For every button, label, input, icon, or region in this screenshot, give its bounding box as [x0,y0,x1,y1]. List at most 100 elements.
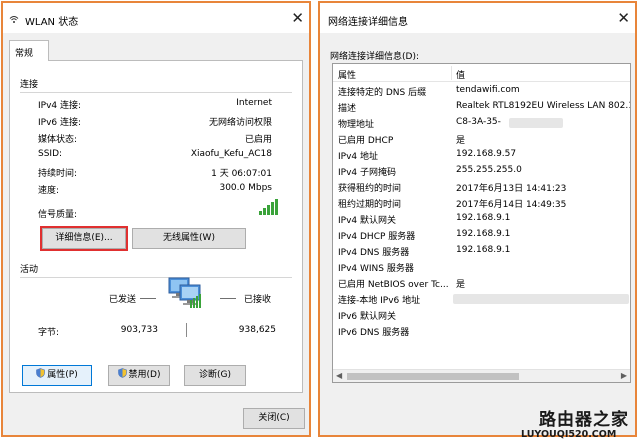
value-cell: 192.168.9.1 [456,229,511,239]
media-state-value: 已启用 [244,135,272,145]
property-cell: IPv4 地址 [338,152,378,162]
property-cell: 物理地址 [338,120,375,130]
list-item[interactable]: 物理地址 C8-3A-35- [333,115,630,130]
scroll-right-icon[interactable]: ▶ [621,371,627,380]
window-title: 网络连接详细信息 [328,17,408,28]
property-cell: 获得租约的时间 [338,184,402,194]
wireless-properties-button[interactable]: 无线属性(W) [132,228,246,249]
property-cell: IPv4 WINS 服务器 [338,264,414,274]
property-cell: IPv4 DHCP 服务器 [338,232,416,242]
speed-label: 速度: [38,186,60,196]
sent-label: 已发送 [109,295,137,305]
value-cell: 192.168.9.1 [456,245,511,255]
value-cell: Realtek RTL8192EU Wireless LAN 802.11 [456,101,631,111]
list-item[interactable]: 连接特定的 DNS 后缀 tendawifi.com [333,83,630,98]
column-header-value[interactable]: 值 [456,68,465,81]
details-button[interactable]: 详细信息(E)... [40,226,128,251]
list-item[interactable]: IPv4 DNS 服务器 192.168.9.1 [333,243,630,258]
property-cell: 连接特定的 DNS 后缀 [338,88,427,98]
duration-value: 1 天 06:07:01 [211,169,272,179]
value-cell: 255.255.255.0 [456,165,522,175]
received-line [220,298,236,299]
bytes-received-value: 938,625 [238,325,276,335]
list-item[interactable]: IPv6 默认网关 [333,307,630,322]
ipv4-value: Internet [236,98,272,108]
scrollbar-thumb[interactable] [347,373,519,380]
redacted-block [509,118,563,128]
bytes-sent-value: 903,733 [120,325,158,335]
wifi-icon [9,16,19,23]
ipv6-label: IPv6 连接: [38,118,82,128]
property-cell: 描述 [338,104,357,114]
list-item[interactable]: IPv4 子网掩码 255.255.255.0 [333,163,630,178]
signal-strength-icon [259,198,281,215]
properties-button[interactable]: 属性(P) [22,365,92,386]
property-cell: 租约过期的时间 [338,200,402,210]
window-title: WLAN 状态 [25,17,79,28]
value-cell: 192.168.9.1 [456,213,511,223]
network-details-window: 网络连接详细信息 ✕ 网络连接详细信息(D): 属性 值 连接特定的 DNS 后… [318,1,637,437]
list-item[interactable]: 获得租约的时间 2017年6月13日 14:41:23 [333,179,630,194]
ipv4-label: IPv4 连接: [38,101,82,111]
wireless-properties-label: 无线属性(W) [163,233,215,243]
diagnose-button[interactable]: 诊断(G) [184,365,246,386]
list-item[interactable]: IPv4 DHCP 服务器 192.168.9.1 [333,227,630,242]
network-computer-icon [168,277,201,308]
shield-icon [36,368,46,378]
value-cell: 是 [456,280,466,290]
property-cell: IPv6 默认网关 [338,312,396,322]
ssid-value: Xiaofu_Kefu_AC18 [190,149,272,159]
value-cell: 192.168.9.57 [456,149,517,159]
list-item[interactable]: IPv4 地址 192.168.9.57 [333,147,630,162]
redacted-block [453,294,629,304]
bytes-label: 字节: [38,328,60,338]
property-cell: IPv4 子网掩码 [338,168,396,178]
watermark-text: 路由器之家 [539,410,629,430]
list-item[interactable]: 租约过期的时间 2017年6月14日 14:49:35 [333,195,630,210]
title-bar: WLAN 状态 ✕ [3,3,309,33]
disable-label: 禁用(D) [128,370,161,380]
details-caption: 网络连接详细信息(D): [330,52,419,62]
list-item[interactable]: 已启用 DHCP 是 [333,131,630,146]
list-item[interactable]: IPv4 默认网关 192.168.9.1 [333,211,630,226]
details-button-label: 详细信息(E)... [55,233,113,243]
shield-icon [117,368,127,378]
ssid-label: SSID: [38,149,63,159]
duration-label: 持续时间: [38,169,78,179]
horizontal-scrollbar[interactable]: ◀ ▶ [333,369,630,382]
close-button[interactable]: 关闭(C) [243,408,305,429]
value-cell: 2017年6月13日 14:41:23 [456,184,567,194]
watermark-url: LUYOUQI520.COM [521,429,617,440]
close-icon[interactable]: ✕ [291,9,304,27]
general-tab-panel: 连接 IPv4 连接: Internet IPv6 连接: 无网络访问权限 媒体… [9,60,303,393]
list-item[interactable]: IPv6 DNS 服务器 [333,323,630,338]
property-cell: IPv4 DNS 服务器 [338,248,410,258]
activity-divider [186,323,187,337]
tab-label: 常规 [15,49,34,59]
scroll-left-icon[interactable]: ◀ [336,371,342,380]
value-cell: C8-3A-35- [456,117,501,127]
property-cell: 连接-本地 IPv6 地址 [338,296,421,306]
close-icon[interactable]: ✕ [617,9,630,27]
sent-line [140,298,156,299]
property-cell: IPv6 DNS 服务器 [338,328,410,338]
column-header-property[interactable]: 属性 [338,68,356,81]
section-activity: 活动 [20,265,39,275]
value-cell: 2017年6月14日 14:49:35 [456,200,567,210]
tab-general[interactable]: 常规 [9,40,49,61]
property-cell: 已启用 NetBIOS over Tc... [338,280,449,290]
details-list[interactable]: 属性 值 连接特定的 DNS 后缀 tendawifi.com 描述 Realt… [332,63,631,383]
site-watermark: 路由器之家 LUYOUQI520.COM [517,405,635,443]
media-state-label: 媒体状态: [38,135,78,145]
list-item[interactable]: IPv4 WINS 服务器 [333,259,630,274]
divider [20,92,292,93]
section-connection: 连接 [20,80,39,90]
title-bar: 网络连接详细信息 ✕ [320,3,635,33]
list-item[interactable]: 描述 Realtek RTL8192EU Wireless LAN 802.11 [333,99,630,114]
disable-button[interactable]: 禁用(D) [108,365,170,386]
signal-quality-label: 信号质量: [38,210,78,220]
list-item[interactable]: 连接-本地 IPv6 地址 [333,291,630,306]
value-cell: tendawifi.com [456,85,520,95]
divider [20,277,292,278]
list-item[interactable]: 已启用 NetBIOS over Tc... 是 [333,275,630,290]
